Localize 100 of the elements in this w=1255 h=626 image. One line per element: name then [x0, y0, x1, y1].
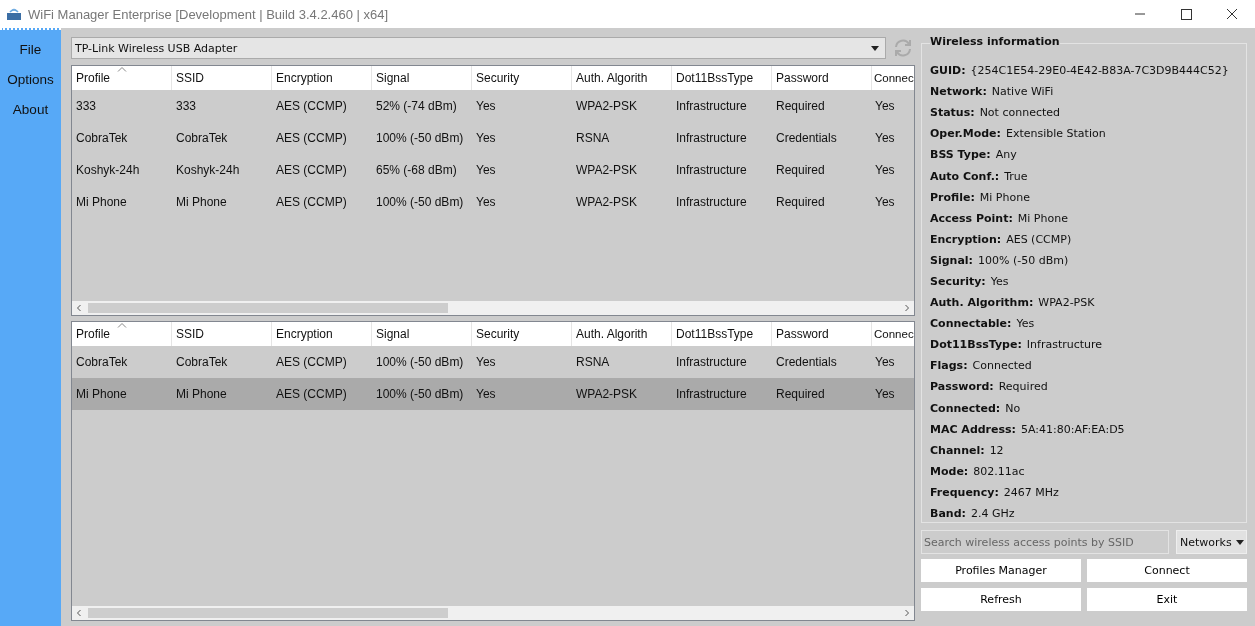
table-row[interactable]: CobraTek CobraTek AES (CCMP) 100% (-50 dBm) Yes RSNA Infrastructure Credentials Yes: [72, 346, 914, 378]
table-cell-text: WPA2-PSK: [575, 386, 639, 403]
table-cell-text: Credentials: [775, 130, 838, 147]
info-value: 2.4 GHz: [970, 507, 1015, 520]
column-header[interactable]: Password: [772, 66, 872, 90]
info-value: {254C1E54-29E0-4E42-B83A-7C3D9B444C52}: [970, 64, 1229, 78]
table-cell-text: RSNA: [575, 130, 611, 147]
info-value: Mi Phone: [1017, 211, 1068, 225]
info-label: Access Point:: [930, 211, 1013, 225]
info-label: Dot11BssType:: [930, 338, 1022, 352]
table-cell-text: WPA2-PSK: [575, 98, 639, 115]
info-label: Channel:: [930, 443, 985, 457]
info-label: Mode:: [930, 464, 969, 478]
info-label: Connectable:: [930, 317, 1012, 331]
table-cell-text: Mi Phone: [75, 386, 128, 403]
info-label: Auto Conf.:: [930, 169, 1000, 183]
info-value: True: [1004, 169, 1028, 183]
info-label: Signal:: [930, 253, 973, 267]
table-cell-text: Yes: [475, 194, 497, 211]
table-row[interactable]: 333 333 AES (CCMP) 52% (-74 dBm) Yes WPA2-PSK Infrastructure Required Yes: [72, 90, 914, 122]
column-header[interactable]: Profile: [72, 66, 172, 90]
table-cell-text: CobraTek: [75, 130, 129, 147]
info-value: Connected: [972, 359, 1032, 373]
table-cell-text: AES (CCMP): [275, 354, 348, 371]
info-value: Extensible Station: [1005, 127, 1106, 141]
info-label: Network:: [930, 85, 987, 99]
filter-dropdown[interactable]: Networks: [1176, 530, 1247, 554]
table-cell-text: Yes: [475, 354, 497, 371]
info-value: Mi Phone: [979, 190, 1030, 204]
action-button[interactable]: Connect: [1087, 559, 1247, 582]
table-row[interactable]: Mi Phone Mi Phone AES (CCMP) 100% (-50 dBm) Yes WPA2-PSK Infrastructure Required Yes: [72, 186, 914, 218]
info-value: Yes: [1016, 317, 1035, 331]
window-title: WiFi Manager Enterprise [Development | Build 3.4.2.460 | x64]: [28, 6, 389, 22]
table-cell-text: Infrastructure: [675, 386, 748, 403]
table-cell-text: Yes: [874, 130, 896, 147]
info-label: Band:: [930, 507, 966, 520]
table-cell-text: Yes: [475, 162, 497, 179]
sidebar-item[interactable]: About: [12, 100, 49, 120]
info-label: Security:: [930, 275, 986, 288]
column-header[interactable]: Dot11BssType: [672, 322, 772, 346]
column-header[interactable]: Connec: [872, 322, 914, 346]
info-label: Flags:: [930, 359, 968, 373]
table-cell-text: 100% (-50 dBm): [375, 130, 465, 147]
table-cell-text: Yes: [874, 386, 896, 403]
column-header[interactable]: Auth. Algorith: [572, 66, 672, 90]
table-cell-text: 100% (-50 dBm): [375, 194, 465, 211]
table-cell-text: 52% (-74 dBm): [375, 98, 458, 115]
column-header[interactable]: Security: [472, 322, 572, 346]
action-button[interactable]: Exit: [1087, 588, 1247, 611]
table-cell-text: Required: [775, 98, 826, 115]
info-value: Any: [995, 148, 1017, 162]
column-header[interactable]: Encryption: [272, 322, 372, 346]
info-value: 12: [989, 443, 1004, 457]
action-button[interactable]: Refresh: [921, 588, 1081, 611]
table-cell-text: AES (CCMP): [275, 98, 348, 115]
table-cell-text: AES (CCMP): [275, 386, 348, 403]
sidebar-item[interactable]: Options: [7, 70, 54, 90]
column-header[interactable]: Connec: [872, 66, 914, 90]
column-header[interactable]: SSID: [172, 322, 272, 346]
info-value: Infrastructure: [1026, 338, 1103, 352]
table-cell-text: 333: [75, 98, 98, 115]
sidebar-item[interactable]: File: [19, 40, 42, 60]
info-value: WPA2-PSK: [1038, 296, 1095, 310]
column-header[interactable]: Profile: [72, 322, 172, 346]
info-value: 5A:41:80:AF:EA:D5: [1021, 422, 1125, 436]
table-cell-text: Mi Phone: [175, 386, 228, 403]
caret-icon: [871, 45, 879, 51]
table-cell-text: AES (CCMP): [275, 194, 348, 211]
info-value: Native WiFi: [991, 85, 1054, 99]
column-header[interactable]: Signal: [372, 66, 472, 90]
table-cell-text: Koshyk-24h: [75, 162, 141, 179]
table-cell-text: CobraTek: [175, 130, 229, 147]
table-cell-text: AES (CCMP): [275, 130, 348, 147]
table-row[interactable]: Mi Phone Mi Phone AES (CCMP) 100% (-50 dBm) Yes WPA2-PSK Infrastructure Required Yes: [72, 378, 914, 410]
column-header[interactable]: Password: [772, 322, 872, 346]
info-value: 100% (-50 dBm): [978, 253, 1069, 267]
info-label: Frequency:: [930, 485, 999, 499]
search-field[interactable]: Search wireless access points by SSID: [921, 530, 1169, 554]
column-header[interactable]: SSID: [172, 66, 272, 90]
table-cell-text: Yes: [874, 98, 896, 115]
panel-title: Wireless information: [930, 35, 1060, 48]
column-header[interactable]: Encryption: [272, 66, 372, 90]
action-button[interactable]: Profiles Manager: [921, 559, 1081, 582]
column-header[interactable]: Signal: [372, 322, 472, 346]
info-label: Encryption:: [930, 232, 1002, 246]
column-header[interactable]: Security: [472, 66, 572, 90]
info-label: GUID:: [930, 64, 966, 78]
refresh-icon[interactable]: [892, 37, 914, 59]
column-header[interactable]: Dot11BssType: [672, 66, 772, 90]
table-cell-text: Mi Phone: [175, 194, 228, 211]
adapter-dropdown[interactable]: TP-Link Wireless USB Adapter: [71, 37, 886, 59]
horizontal-scrollbar[interactable]: [72, 301, 914, 315]
table-row[interactable]: Koshyk-24h Koshyk-24h AES (CCMP) 65% (-68 dBm) Yes WPA2-PSK Infrastructure Required Yes: [72, 154, 914, 186]
info-label: Password:: [930, 380, 994, 394]
table-row[interactable]: CobraTek CobraTek AES (CCMP) 100% (-50 dBm) Yes RSNA Infrastructure Credentials Yes: [72, 122, 914, 154]
column-header[interactable]: Auth. Algorith: [572, 322, 672, 346]
info-value: No: [1005, 401, 1021, 415]
info-value: Required: [998, 380, 1048, 394]
table-cell-text: Required: [775, 194, 826, 211]
horizontal-scrollbar[interactable]: [72, 606, 914, 620]
